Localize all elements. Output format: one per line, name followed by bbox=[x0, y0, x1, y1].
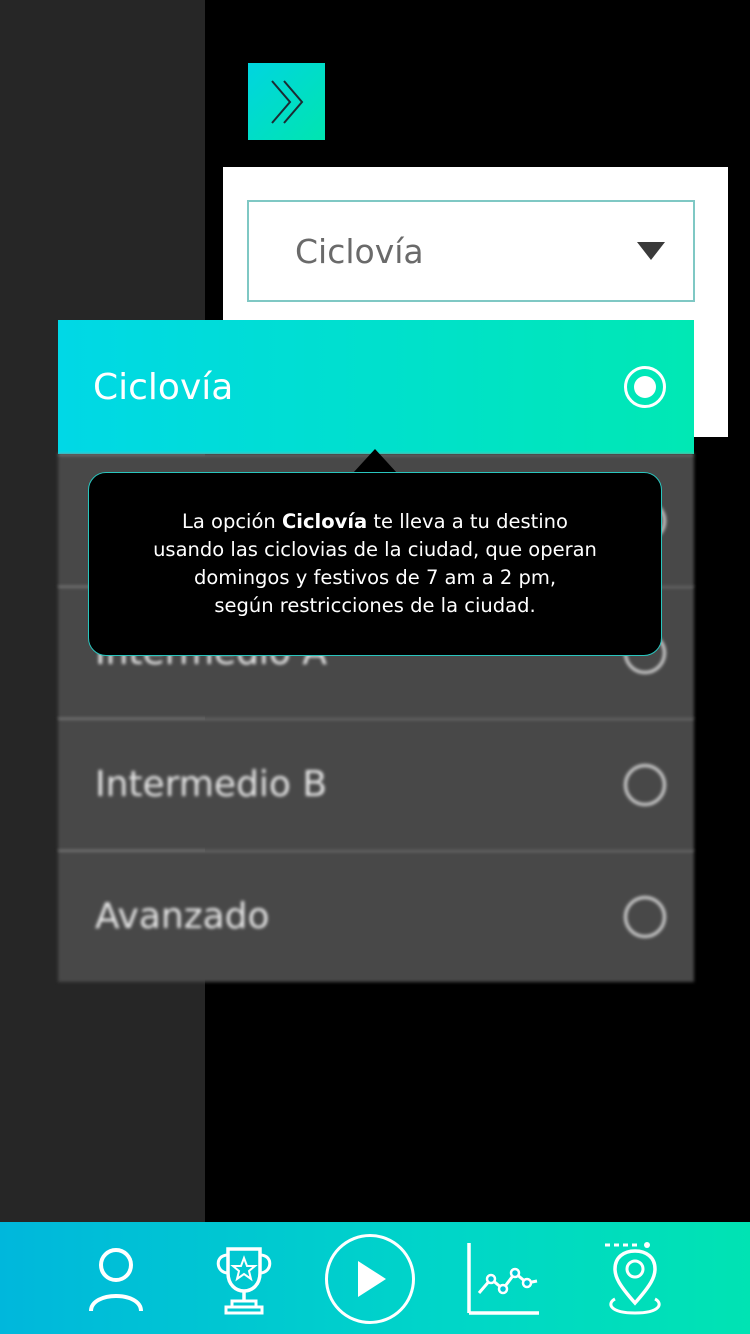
option-label: Avanzado bbox=[95, 896, 270, 937]
info-tooltip: La opción Ciclovía te lleva a tu destino… bbox=[88, 472, 662, 656]
bottom-navigation bbox=[0, 1222, 750, 1334]
play-icon bbox=[358, 1261, 386, 1297]
tooltip-bold-text: Ciclovía bbox=[281, 510, 368, 533]
option-ciclovia[interactable]: Ciclovía bbox=[58, 320, 694, 454]
tooltip-text: te lleva a tu destino bbox=[367, 510, 568, 533]
tooltip-text: domingos y festivos de 7 am a 2 pm, bbox=[193, 566, 557, 589]
option-label: Intermedio B bbox=[95, 764, 328, 805]
option-label: Ciclovía bbox=[93, 366, 234, 408]
radio-selected-icon[interactable] bbox=[624, 366, 666, 408]
dropdown-arrow-icon bbox=[637, 242, 665, 260]
play-button[interactable] bbox=[325, 1234, 415, 1324]
route-type-select[interactable]: Ciclovía bbox=[247, 200, 695, 302]
profile-icon[interactable] bbox=[82, 1240, 150, 1318]
trophy-icon[interactable] bbox=[210, 1240, 278, 1318]
route-location-icon[interactable] bbox=[600, 1238, 670, 1320]
tooltip-text: según restricciones de la ciudad. bbox=[214, 594, 536, 617]
double-chevron-right-icon bbox=[270, 79, 303, 124]
select-value: Ciclovía bbox=[295, 231, 424, 271]
expand-button[interactable] bbox=[248, 63, 325, 140]
tooltip-text: usando las ciclovias de la ciudad, que o… bbox=[153, 538, 597, 561]
radio-empty-icon[interactable] bbox=[624, 895, 666, 938]
tooltip-pointer bbox=[353, 449, 397, 473]
option-avanzado[interactable]: Avanzado bbox=[58, 850, 694, 982]
option-intermedio-b[interactable]: Intermedio B bbox=[58, 718, 694, 850]
radio-empty-icon[interactable] bbox=[624, 763, 666, 806]
stats-chart-icon[interactable] bbox=[464, 1240, 542, 1318]
tooltip-text: La opción bbox=[182, 510, 282, 533]
